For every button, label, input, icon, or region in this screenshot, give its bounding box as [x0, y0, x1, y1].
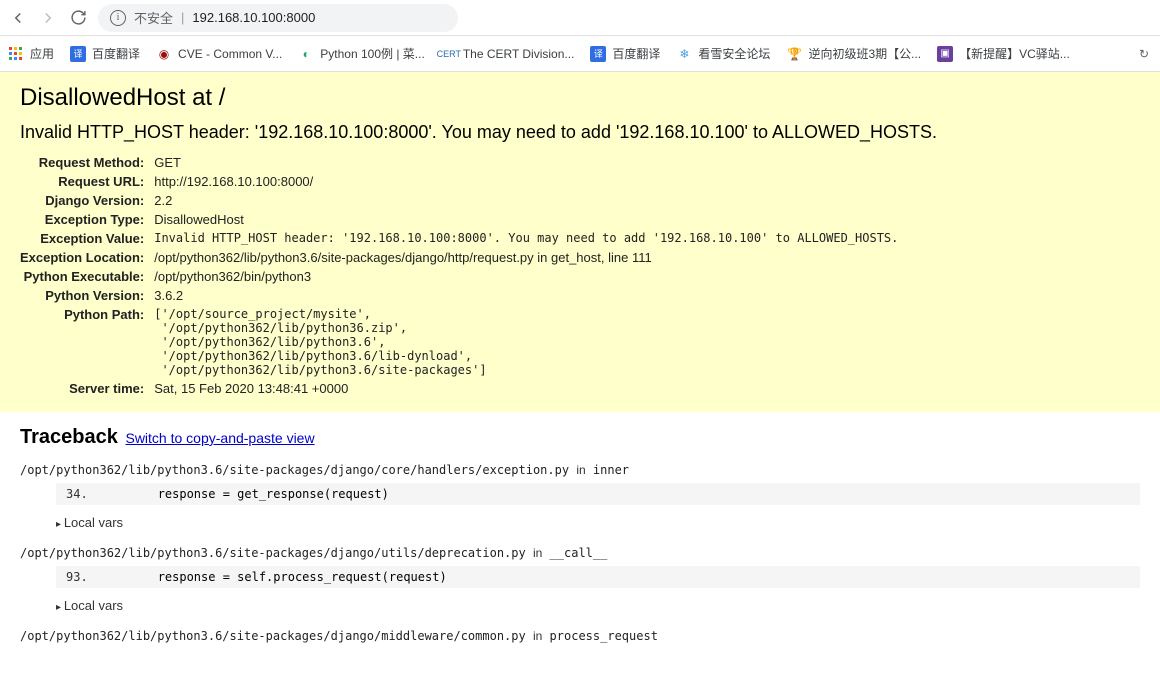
- bookmark-label: 【新提醒】VC驿站...: [959, 45, 1070, 62]
- frame-code-text: response = self.process_request(request): [158, 570, 447, 584]
- bookmark-icon: ◐: [298, 46, 314, 62]
- switch-view-link[interactable]: Switch to copy-and-paste view: [125, 430, 314, 446]
- frame-code[interactable]: 34. response = get_response(request): [56, 483, 1140, 505]
- meta-label: Request URL:: [20, 172, 154, 191]
- site-info-icon[interactable]: i: [110, 10, 126, 26]
- meta-label: Python Executable:: [20, 267, 154, 286]
- frame-code-text: response = get_response(request): [158, 487, 389, 501]
- bookmarks-bar: 应用 译百度翻译 ◉CVE - Common V... ◐Python 100例…: [0, 36, 1160, 72]
- frame-path: /opt/python362/lib/python3.6/site-packag…: [20, 629, 526, 643]
- address-separator: |: [181, 10, 184, 25]
- meta-label: Python Version:: [20, 286, 154, 305]
- frame-path: /opt/python362/lib/python3.6/site-packag…: [20, 463, 569, 477]
- meta-label: Python Path:: [20, 305, 154, 379]
- meta-label: Django Version:: [20, 191, 154, 210]
- meta-label: Server time:: [20, 379, 154, 398]
- meta-label: Request Method:: [20, 153, 154, 172]
- address-bar[interactable]: i 不安全 | 192.168.10.100:8000: [98, 4, 458, 32]
- frame-in: in: [533, 629, 542, 643]
- meta-label: Exception Value:: [20, 229, 154, 248]
- bookmark-icon: 译: [70, 46, 86, 62]
- bookmark-label: 百度翻译: [612, 45, 660, 62]
- apps-label: 应用: [30, 45, 54, 62]
- frame-code[interactable]: 93. response = self.process_request(requ…: [56, 566, 1140, 588]
- back-button[interactable]: [8, 8, 28, 28]
- meta-value: http://192.168.10.100:8000/: [154, 172, 898, 191]
- bookmark-icon: 🏆: [786, 46, 802, 62]
- meta-value: GET: [154, 153, 898, 172]
- traceback-frames: /opt/python362/lib/python3.6/site-packag…: [0, 457, 1160, 657]
- bookmark-icon: 译: [590, 46, 606, 62]
- meta-value: /opt/python362/bin/python3: [154, 267, 898, 286]
- bookmark-label: CVE - Common V...: [178, 47, 282, 61]
- bookmark-item[interactable]: CERT The CERT Division...: [441, 46, 575, 62]
- bookmark-label: The CERT Division...: [463, 47, 575, 61]
- meta-value: ['/opt/source_project/mysite', '/opt/pyt…: [154, 305, 898, 379]
- local-vars-toggle[interactable]: Local vars: [56, 594, 1140, 623]
- bookmark-item[interactable]: ▣ 【新提醒】VC驿站...: [937, 45, 1070, 62]
- bookmark-label: 逆向初级班3期【公...: [808, 45, 921, 62]
- bookmark-item[interactable]: ❄ 看雪安全论坛: [676, 45, 770, 62]
- frame-in: in: [576, 463, 585, 477]
- frame-line-number: 93.: [66, 570, 88, 584]
- forward-button[interactable]: [38, 8, 58, 28]
- reload-button[interactable]: [68, 8, 88, 28]
- error-title: DisallowedHost at /: [20, 84, 1140, 112]
- frame-func: __call__: [550, 546, 608, 560]
- browser-toolbar: i 不安全 | 192.168.10.100:8000: [0, 0, 1160, 36]
- meta-value: /opt/python362/lib/python3.6/site-packag…: [154, 248, 898, 267]
- bookmark-label: 百度翻译: [92, 45, 140, 62]
- bookmark-icon: CERT: [441, 46, 457, 62]
- bookmark-item[interactable]: 🏆 逆向初级班3期【公...: [786, 45, 921, 62]
- frame-location: /opt/python362/lib/python3.6/site-packag…: [20, 457, 1140, 481]
- meta-value: 2.2: [154, 191, 898, 210]
- meta-value: DisallowedHost: [154, 210, 898, 229]
- insecure-label: 不安全: [134, 8, 173, 27]
- bookmark-icon: ▣: [937, 46, 953, 62]
- frame-in: in: [533, 546, 542, 560]
- frame-path: /opt/python362/lib/python3.6/site-packag…: [20, 546, 526, 560]
- bookmark-label: 看雪安全论坛: [698, 45, 770, 62]
- bookmarks-overflow-icon[interactable]: ↻: [1136, 46, 1152, 62]
- bookmark-label: Python 100例 | 菜...: [320, 45, 425, 62]
- bookmark-icon: ◉: [156, 46, 172, 62]
- bookmark-item[interactable]: 译百度翻译: [590, 45, 660, 62]
- apps-button[interactable]: 应用: [8, 45, 54, 62]
- meta-table: Request Method:GET Request URL:http://19…: [20, 153, 898, 398]
- meta-value: Invalid HTTP_HOST header: '192.168.10.10…: [154, 229, 898, 248]
- bookmark-item[interactable]: ◉ CVE - Common V...: [156, 46, 282, 62]
- meta-value: Sat, 15 Feb 2020 13:48:41 +0000: [154, 379, 898, 398]
- frame-location: /opt/python362/lib/python3.6/site-packag…: [20, 540, 1140, 564]
- meta-label: Exception Type:: [20, 210, 154, 229]
- bookmark-item[interactable]: 译百度翻译: [70, 45, 140, 62]
- traceback-header: Traceback Switch to copy-and-paste view: [0, 412, 1160, 457]
- bookmark-item[interactable]: ◐ Python 100例 | 菜...: [298, 45, 425, 62]
- frame-line-number: 34.: [66, 487, 88, 501]
- bookmark-icon: ❄: [676, 46, 692, 62]
- frame-location: /opt/python362/lib/python3.6/site-packag…: [20, 623, 1140, 647]
- meta-label: Exception Location:: [20, 248, 154, 267]
- local-vars-toggle[interactable]: Local vars: [56, 511, 1140, 540]
- apps-icon: [8, 46, 24, 62]
- frame-func: process_request: [550, 629, 658, 643]
- meta-value: 3.6.2: [154, 286, 898, 305]
- error-subtitle: Invalid HTTP_HOST header: '192.168.10.10…: [20, 122, 1140, 143]
- url-text: 192.168.10.100:8000: [192, 10, 315, 25]
- frame-func: inner: [593, 463, 629, 477]
- traceback-heading: Traceback: [20, 426, 118, 448]
- error-summary: DisallowedHost at / Invalid HTTP_HOST he…: [0, 72, 1160, 412]
